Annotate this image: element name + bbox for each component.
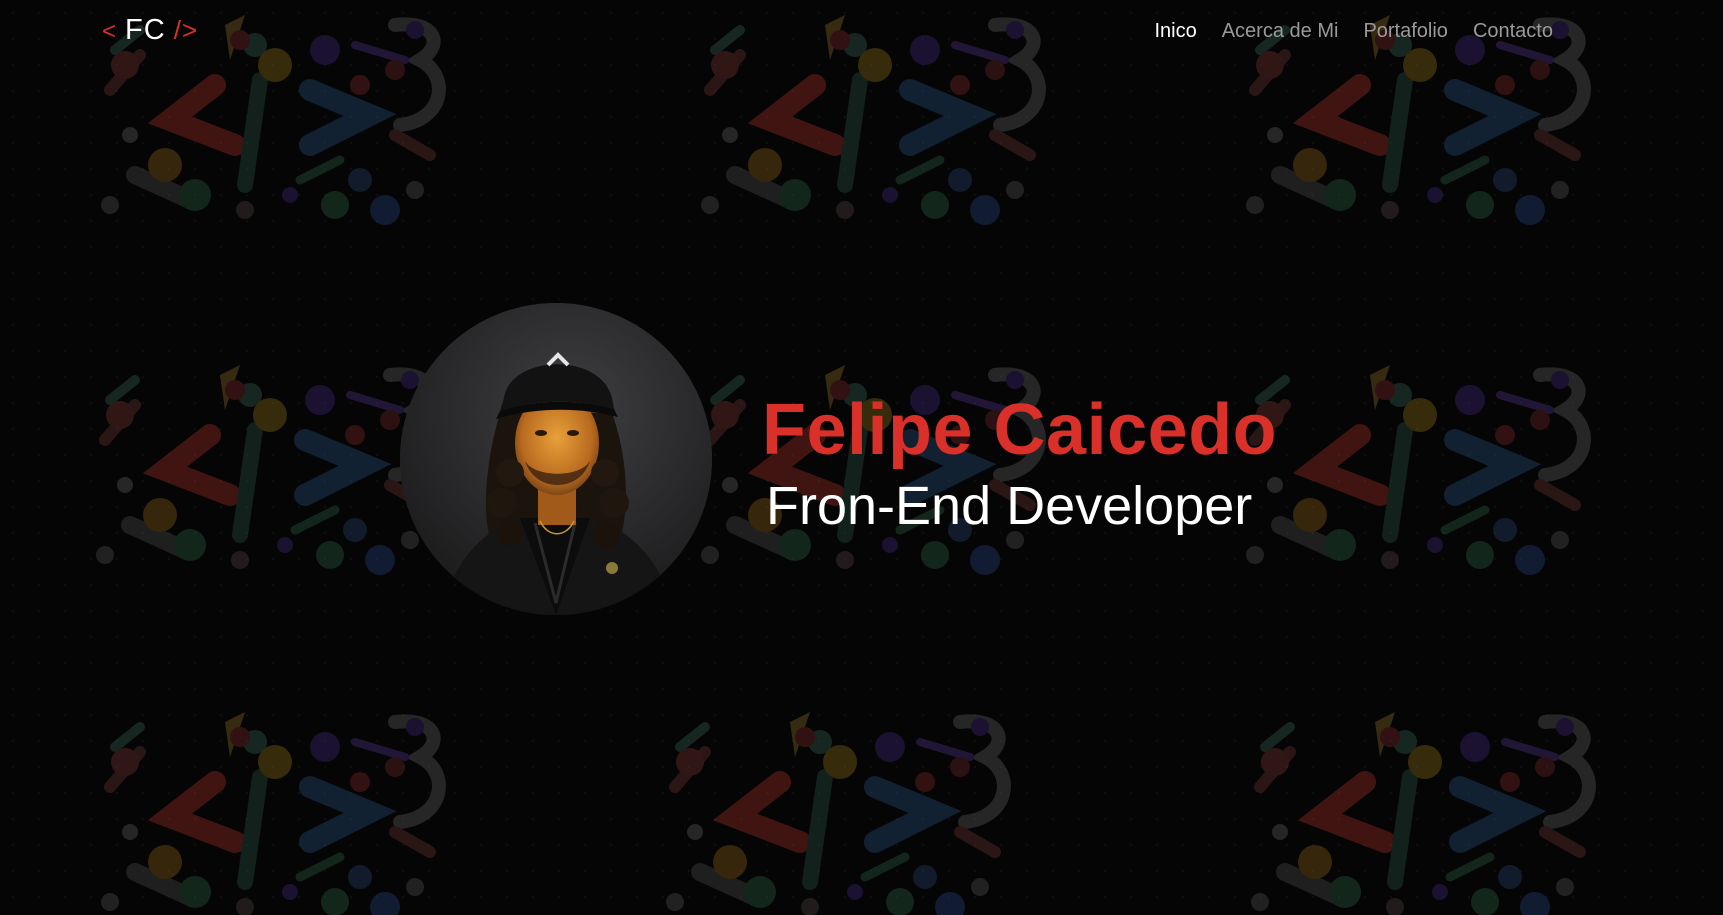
logo[interactable]: < FC/> [102,12,198,50]
nav-menu: Inico Acerca de Mi Portafolio Contacto [1154,18,1553,44]
logo-close-bracket: /> [173,15,199,45]
page: < FC/> Inico Acerca de Mi Portafolio Cont… [0,0,1723,915]
background-pattern-icon [95,702,465,915]
nav-link-inicio[interactable]: Inico [1154,18,1196,44]
profile-photo-icon [400,303,712,615]
nav-link-contacto[interactable]: Contacto [1473,18,1553,44]
logo-initials: FC [125,14,166,46]
hero-name: Felipe Caicedo [762,390,1278,470]
nav-link-portafolio[interactable]: Portafolio [1363,18,1448,44]
background-pattern-icon [1240,355,1610,575]
navbar: < FC/> Inico Acerca de Mi Portafolio Cont… [0,0,1723,62]
avatar [400,303,712,615]
background-pattern-icon [660,702,1030,915]
background-pattern-icon [1245,702,1615,915]
logo-open-bracket: < [102,18,118,45]
nav-link-acerca[interactable]: Acerca de Mi [1222,18,1339,44]
hero-role: Fron-End Developer [766,476,1253,536]
